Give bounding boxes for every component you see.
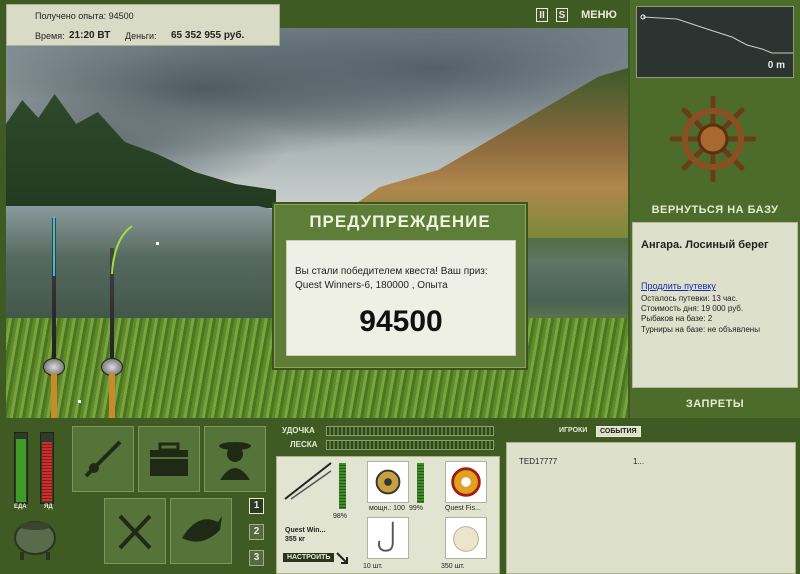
line-spool-icon: [451, 467, 481, 497]
reel-slot[interactable]: [367, 461, 409, 503]
food-gauge-fill: [16, 439, 26, 502]
location-name: Ангара. Лосиный берег: [641, 239, 769, 251]
permit-remaining: Осталось путевки: 13 час.: [641, 294, 738, 303]
time-label: Время:: [35, 31, 65, 41]
bait-slot[interactable]: [445, 517, 487, 559]
fish-icon: [182, 516, 222, 542]
fish-catch-button[interactable]: [170, 498, 232, 564]
float-marker: [78, 400, 81, 403]
line-bar-label: ЛЕСКА: [290, 440, 318, 449]
tournaments-status: Турниры на базе: не объявлены: [641, 325, 760, 334]
reel-percent: 99%: [409, 505, 424, 512]
dialog-title: ПРЕДУПРЕЖДЕНИЕ: [309, 212, 491, 231]
extend-permit-link[interactable]: Продлить путевку: [641, 281, 716, 291]
line-caption: Quest Fis...: [445, 505, 481, 512]
rod-percent: 98%: [333, 513, 348, 520]
rod-set-3-button[interactable]: 3: [249, 550, 264, 566]
distance-readout: 0 m: [767, 60, 785, 71]
poison-gauge-fill: [42, 442, 52, 502]
tab-players[interactable]: ИГРОКИ: [556, 426, 590, 435]
tackle-slot-button[interactable]: [72, 426, 134, 492]
food-label: ЕДА: [14, 504, 27, 510]
rod-condition-bar: [339, 463, 346, 509]
reward-amount: 94500: [359, 305, 443, 338]
tackle-panel: 98% Quest Win... 355 кг НАСТРОИТЬ мощн.:…: [276, 456, 500, 574]
dialog-message: Вы стали победителем квеста! Ваш приз: Q…: [295, 266, 488, 291]
player-info-panel: Получено опыта: 94500 Время: 21:20 ВТ Де…: [6, 4, 280, 46]
arrow-icon: [336, 552, 348, 564]
rod-name: Quest Win...: [285, 527, 326, 534]
bans-button[interactable]: ЗАПРЕТЫ: [630, 398, 800, 410]
hook-slot[interactable]: [367, 517, 409, 559]
info-tabs: ИГРОКИ СОБЫТИЯ: [504, 424, 796, 442]
float-marker: [156, 242, 159, 245]
day-cost: Стоимость дня: 19 000 руб.: [641, 304, 744, 313]
menu-button[interactable]: МЕНЮ: [578, 8, 620, 22]
fishermen-count: Рыбаков на базе: 2: [641, 314, 713, 323]
rod-weight: 355 кг: [285, 536, 306, 543]
hook-caption: 10 шт.: [363, 563, 383, 570]
rod-icon: [84, 440, 122, 478]
money-value: 65 352 955 руб.: [171, 30, 245, 41]
return-to-base-button[interactable]: ВЕРНУТЬСЯ НА БАЗУ: [630, 204, 800, 216]
poison-label: ЯД: [44, 504, 53, 510]
bait-caption: 350 шт.: [441, 563, 465, 570]
rod-handle: [109, 373, 115, 418]
rod-icon: [284, 462, 332, 500]
fisherman-icon: [219, 442, 251, 480]
setup-button[interactable]: НАСТРОИТЬ: [283, 553, 335, 562]
line-slot[interactable]: [445, 461, 487, 503]
inventory-box-button[interactable]: [138, 426, 200, 492]
event-player-name: TED17777: [519, 457, 558, 466]
reel-icon: [375, 469, 401, 495]
fisherman-button[interactable]: [204, 426, 266, 492]
rod-handle: [51, 373, 57, 418]
rod-tip-icon: [53, 216, 55, 276]
poison-gauge: [40, 432, 54, 504]
bait-icon: [453, 526, 479, 552]
event-value: 1...: [633, 457, 645, 466]
rod-bar-label: УДОЧКА: [282, 426, 315, 435]
money-label: Деньги:: [125, 31, 157, 41]
food-gauge: [14, 432, 28, 504]
warning-dialog[interactable]: ПРЕДУПРЕЖДЕНИЕ Вы стали победителем квес…: [272, 202, 528, 370]
rod-strength-bar: [326, 426, 494, 436]
sound-button[interactable]: S: [556, 8, 568, 22]
experience-text: Получено опыта: 94500: [35, 11, 134, 21]
rod-set-2-button[interactable]: 2: [249, 524, 264, 540]
line-strength-bar: [326, 440, 494, 450]
hook-icon: [378, 521, 394, 552]
rod-tip-icon: [111, 225, 133, 274]
depth-minimap: 0 m: [636, 6, 794, 78]
events-list: TED17777 1...: [506, 442, 796, 574]
pause-button[interactable]: II: [536, 8, 548, 22]
knife-fork-icon: [118, 514, 152, 550]
tab-events[interactable]: СОБЫТИЯ: [596, 426, 641, 437]
game-screen: Получено опыта: 94500 Время: 21:20 ВТ Де…: [0, 0, 800, 574]
reel-condition-bar: [417, 463, 424, 503]
reel-caption: мощн.: 100: [369, 505, 405, 512]
base-info-panel: Ангара. Лосиный берег Продлить путевку О…: [632, 222, 798, 388]
time-value: 21:20 ВТ: [69, 30, 111, 41]
ship-wheel-icon[interactable]: [670, 96, 756, 182]
food-button[interactable]: [104, 498, 166, 564]
cauldron-icon[interactable]: [10, 516, 60, 562]
tackle-box-icon: [150, 442, 188, 476]
dialog-body: Вы стали победителем квеста! Ваш приз: Q…: [286, 240, 516, 356]
rod-set-1-button[interactable]: 1: [249, 498, 264, 514]
